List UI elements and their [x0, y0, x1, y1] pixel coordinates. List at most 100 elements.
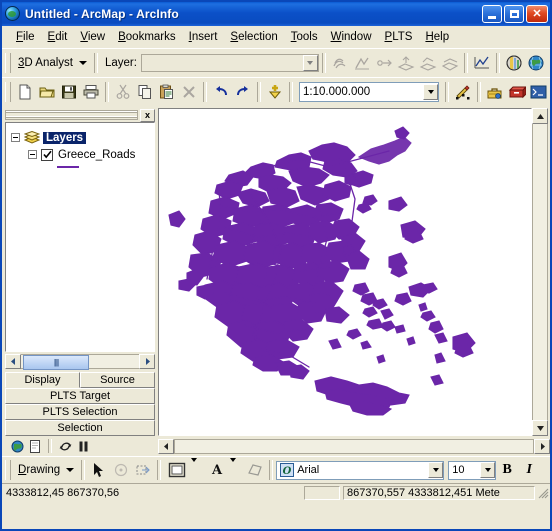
arctoolbox-button[interactable]: [484, 81, 506, 103]
steepest-path-icon: [351, 52, 373, 74]
map-horizontal-scrollbar[interactable]: [174, 438, 534, 454]
redo-button[interactable]: [232, 81, 254, 103]
drawing-toolbar: Drawing A O Arial 10 B I: [2, 456, 550, 483]
toolbar-grip[interactable]: [5, 460, 11, 480]
bold-button[interactable]: B: [496, 459, 518, 481]
nudge-button: [132, 459, 154, 481]
menu-window[interactable]: Window: [325, 29, 378, 45]
add-data-button[interactable]: [264, 81, 286, 103]
window-title: Untitled - ArcMap - ArcInfo: [25, 7, 179, 21]
arcscene-icon[interactable]: [503, 52, 525, 74]
select-elements-button[interactable]: [88, 459, 110, 481]
window-controls: ✕: [482, 5, 548, 23]
tab-source[interactable]: Source: [80, 372, 155, 388]
toc-title-bar[interactable]: x: [5, 108, 155, 122]
data-view-button[interactable]: [8, 438, 26, 454]
chevron-down-icon[interactable]: [66, 468, 75, 472]
profile-graph-icon[interactable]: [471, 52, 493, 74]
toc-horizontal-scrollbar[interactable]: ||||: [5, 353, 155, 370]
toc-root-layers[interactable]: Layers: [11, 129, 154, 146]
toc-tree[interactable]: Layers Greece_Roads: [5, 122, 155, 352]
new-rectangle-button[interactable]: [164, 459, 190, 481]
arcglobe-icon[interactable]: [525, 52, 547, 74]
scrollbar-thumb[interactable]: ||||: [23, 355, 89, 370]
scroll-left-button[interactable]: [158, 438, 174, 454]
menu-help[interactable]: Help: [419, 29, 455, 45]
scroll-right-button[interactable]: [534, 438, 550, 454]
map-data-view[interactable]: [158, 108, 532, 436]
text-color-button[interactable]: A: [205, 459, 229, 481]
layer-symbol-swatch[interactable]: [57, 166, 79, 168]
map-vertical-scrollbar[interactable]: [532, 108, 548, 436]
chevron-down-icon[interactable]: [423, 84, 438, 100]
refresh-view-button[interactable]: [56, 438, 74, 454]
open-map-button[interactable]: [36, 81, 58, 103]
layout-view-button[interactable]: [26, 438, 44, 454]
menu-selection[interactable]: Selection: [224, 29, 283, 45]
undo-button[interactable]: [210, 81, 232, 103]
toc-close-button[interactable]: x: [140, 108, 155, 122]
tab-plts-target[interactable]: PLTS Target: [5, 388, 155, 404]
toc-drag-handle[interactable]: [5, 110, 138, 120]
scrollbar-track[interactable]: [532, 124, 548, 420]
separator: [93, 53, 98, 73]
collapse-toggle-icon[interactable]: [11, 133, 20, 142]
model-builder-button[interactable]: [506, 81, 528, 103]
view-buttons-group: [8, 438, 158, 454]
scroll-up-button[interactable]: [532, 108, 548, 124]
paste-button[interactable]: [156, 81, 178, 103]
chevron-down-icon[interactable]: [302, 55, 318, 71]
menu-bookmarks[interactable]: Bookmarks: [112, 29, 182, 45]
map-scale-combo[interactable]: 1:10.000.000: [299, 82, 439, 102]
map-scale-value: 1:10.000.000: [303, 86, 371, 98]
minimize-button[interactable]: [482, 5, 502, 23]
maximize-button[interactable]: [504, 5, 524, 23]
menu-edit[interactable]: Edit: [42, 29, 74, 45]
separator: [203, 82, 207, 102]
layer-combo[interactable]: [140, 54, 319, 72]
menu-plts[interactable]: PLTS: [379, 29, 419, 45]
chevron-down-icon[interactable]: [428, 462, 444, 478]
chevron-down-icon[interactable]: [480, 462, 496, 478]
status-progress-box: [304, 486, 340, 500]
print-map-button[interactable]: [80, 81, 102, 103]
toc-layer-greece-roads[interactable]: Greece_Roads: [11, 146, 154, 163]
drawing-menu[interactable]: Drawing: [14, 464, 64, 476]
save-map-button[interactable]: [58, 81, 80, 103]
scroll-right-button[interactable]: [139, 354, 155, 369]
collapse-toggle-icon[interactable]: [28, 150, 37, 159]
toolbar-grip[interactable]: [5, 53, 11, 73]
fill-color-dropdown[interactable]: [190, 457, 205, 481]
text-color-dropdown[interactable]: [229, 457, 244, 481]
editor-toolbar-button[interactable]: [452, 81, 474, 103]
menu-tools[interactable]: Tools: [285, 29, 324, 45]
rotate-element-button: [110, 459, 132, 481]
separator: [105, 82, 109, 102]
italic-button[interactable]: I: [518, 459, 540, 481]
scroll-left-button[interactable]: [5, 354, 21, 369]
layer-visibility-checkbox[interactable]: [41, 148, 53, 161]
close-button[interactable]: ✕: [526, 5, 548, 23]
new-map-button[interactable]: [14, 81, 36, 103]
menu-bar: File Edit View Bookmarks Insert Selectio…: [2, 26, 550, 48]
3d-analyst-menu[interactable]: 3D Analyst: [14, 57, 77, 69]
greece-roads-map: [159, 109, 529, 435]
pause-drawing-button[interactable]: [74, 438, 92, 454]
font-size-combo[interactable]: 10: [448, 460, 497, 480]
menu-insert[interactable]: Insert: [183, 29, 224, 45]
resize-grip-icon[interactable]: [537, 487, 549, 499]
python-window-button[interactable]: [528, 81, 550, 103]
tab-display[interactable]: Display: [5, 372, 80, 388]
arcmap-globe-icon: [5, 6, 21, 22]
copy-button[interactable]: [134, 81, 156, 103]
tab-plts-selection[interactable]: PLTS Selection: [5, 404, 155, 420]
font-family-combo[interactable]: O Arial: [276, 460, 445, 480]
menu-view[interactable]: View: [74, 29, 111, 45]
scrollbar-track[interactable]: ||||: [21, 354, 139, 370]
chevron-down-icon[interactable]: [78, 61, 87, 65]
tab-selection[interactable]: Selection: [5, 420, 155, 436]
separator: [81, 460, 86, 480]
scroll-down-button[interactable]: [532, 420, 548, 436]
toolbar-grip[interactable]: [5, 82, 11, 102]
menu-file[interactable]: File: [10, 29, 41, 45]
